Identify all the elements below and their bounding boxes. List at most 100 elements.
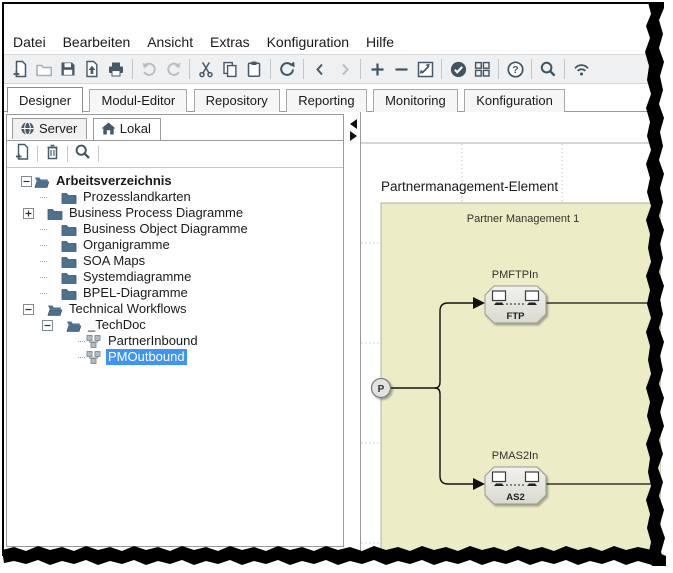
- tab-repository[interactable]: Repository: [194, 89, 280, 112]
- tree-item[interactable]: Business Process Diagramme: [9, 205, 341, 221]
- workflow-icon: [86, 350, 103, 364]
- new-file-icon[interactable]: [8, 57, 32, 81]
- tab-server[interactable]: Server: [12, 118, 87, 139]
- folder-icon: [61, 239, 78, 252]
- toolbar-separator: [98, 146, 99, 162]
- tree-item-label: SOA Maps: [81, 253, 147, 269]
- tab-lokal-label: Lokal: [120, 121, 151, 136]
- group-label: Partner Management 1: [467, 213, 580, 225]
- expander-minus-icon[interactable]: [23, 304, 40, 315]
- start-node[interactable]: P: [372, 379, 391, 398]
- toolbar-separator: [67, 146, 68, 162]
- help-icon[interactable]: ?: [503, 57, 527, 81]
- collapse-left-icon[interactable]: [350, 119, 357, 129]
- expander-slot: [48, 256, 61, 267]
- expander-minus-icon[interactable]: [42, 320, 59, 331]
- diagram-canvas[interactable]: Partnermanagement-Element Partner Manage…: [360, 112, 661, 558]
- panel-splitter[interactable]: [345, 112, 360, 558]
- tree-connector: [40, 277, 47, 278]
- module-pmas2in[interactable]: AS2: [485, 467, 546, 504]
- refresh-icon[interactable]: [275, 57, 299, 81]
- menu-konfiguration[interactable]: Konfiguration: [267, 30, 350, 54]
- folder-icon: [61, 287, 78, 300]
- toolbar-separator: [441, 59, 442, 79]
- expander-slot: [40, 304, 47, 315]
- cut-icon[interactable]: [194, 57, 218, 81]
- tree-item-label: Organigramme: [81, 237, 172, 253]
- expander-slot: [48, 192, 61, 203]
- expander-minus-icon[interactable]: [21, 176, 34, 187]
- menu-bearbeiten[interactable]: Bearbeiten: [63, 30, 131, 54]
- folder-open-icon: [47, 303, 64, 316]
- tree-item-label: Prozesslandkarten: [81, 189, 193, 205]
- folder-icon: [61, 191, 78, 204]
- collapse-right-icon[interactable]: [350, 131, 357, 141]
- tree-item-label: _TechDoc: [86, 317, 148, 333]
- menu-hilfe[interactable]: Hilfe: [366, 30, 394, 54]
- workflow-icon: [86, 334, 103, 348]
- tree-item[interactable]: SOA Maps: [9, 253, 341, 269]
- tree-item-label-selected: PMOutbound: [106, 349, 187, 365]
- expander-slot: [59, 320, 66, 331]
- tree-item[interactable]: BPEL-Diagramme: [9, 285, 341, 301]
- toolbar-separator: [270, 59, 271, 79]
- tree-item[interactable]: Technical Workflows: [9, 301, 341, 317]
- menu-ansicht[interactable]: Ansicht: [147, 30, 193, 54]
- tree-connector: [78, 357, 85, 358]
- paste-icon[interactable]: [242, 57, 266, 81]
- tree-connector: [40, 229, 47, 230]
- menu-datei[interactable]: Datei: [13, 30, 46, 54]
- connection-icon[interactable]: [569, 57, 593, 81]
- tree-item[interactable]: Systemdiagramme: [9, 269, 341, 285]
- tree-item[interactable]: Prozesslandkarten: [9, 189, 341, 205]
- tree-item-label: Arbeitsverzeichnis: [54, 173, 174, 189]
- tree-item[interactable]: Business Object Diagramme: [9, 221, 341, 237]
- tab-modul-editor[interactable]: Modul-Editor: [89, 89, 187, 112]
- expander-slot: [40, 208, 47, 219]
- delete-icon[interactable]: [44, 143, 61, 166]
- expander-slot: [48, 272, 61, 283]
- explorer-tab-bar: Server Lokal: [7, 115, 343, 141]
- tab-designer[interactable]: Designer: [7, 87, 83, 113]
- undo-icon[interactable]: [137, 57, 161, 81]
- toolbar-separator: [564, 59, 565, 79]
- toolbar-separator: [303, 59, 304, 79]
- redo-icon[interactable]: [161, 57, 185, 81]
- tab-lokal[interactable]: Lokal: [93, 118, 161, 140]
- tree-item[interactable]: Organigramme: [9, 237, 341, 253]
- expander-slot: [48, 288, 61, 299]
- explorer-toolbar: [7, 141, 343, 168]
- tree-item[interactable]: Arbeitsverzeichnis: [9, 173, 341, 189]
- tab-server-label: Server: [39, 121, 77, 136]
- import-icon[interactable]: [80, 57, 104, 81]
- search-icon[interactable]: [74, 143, 92, 166]
- module-pmftpin[interactable]: FTP: [485, 286, 546, 323]
- menu-extras[interactable]: Extras: [210, 30, 250, 54]
- validate-icon[interactable]: [446, 57, 470, 81]
- copy-icon[interactable]: [218, 57, 242, 81]
- globe-icon: [20, 121, 35, 136]
- print-icon[interactable]: [104, 57, 128, 81]
- tree-item[interactable]: PartnerInbound: [9, 333, 341, 349]
- fit-view-icon[interactable]: [413, 57, 437, 81]
- tab-konfiguration[interactable]: Konfiguration: [464, 89, 565, 112]
- search-icon[interactable]: [536, 57, 560, 81]
- save-icon[interactable]: [56, 57, 80, 81]
- diagram-title: Partnermanagement-Element: [381, 179, 558, 194]
- folder-open-icon: [34, 175, 51, 188]
- folder-open-icon: [66, 319, 83, 332]
- forward-icon[interactable]: [332, 57, 356, 81]
- back-icon[interactable]: [308, 57, 332, 81]
- tab-monitoring[interactable]: Monitoring: [373, 89, 458, 112]
- tree-item[interactable]: _TechDoc: [9, 317, 341, 333]
- tree-item[interactable]: PMOutbound: [9, 349, 341, 365]
- zoom-in-icon[interactable]: [365, 57, 389, 81]
- partner-management-group[interactable]: [381, 203, 661, 558]
- zoom-out-icon[interactable]: [389, 57, 413, 81]
- new-file-icon[interactable]: [14, 143, 31, 166]
- toolbar-separator: [189, 59, 190, 79]
- expander-plus-icon[interactable]: [23, 208, 40, 219]
- grid-view-icon[interactable]: [470, 57, 494, 81]
- open-folder-icon[interactable]: [32, 57, 56, 81]
- tab-reporting[interactable]: Reporting: [286, 89, 366, 112]
